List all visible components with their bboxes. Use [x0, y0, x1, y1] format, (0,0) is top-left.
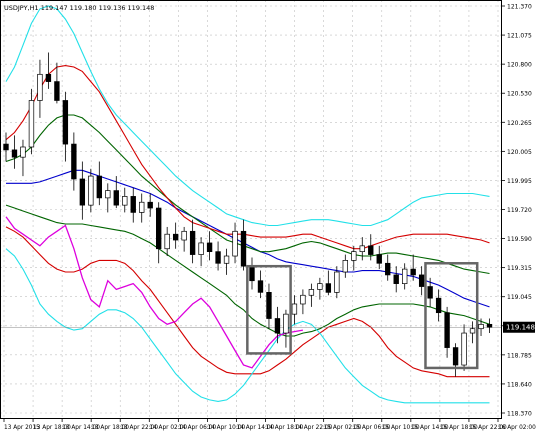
candle-bear [71, 143, 77, 180]
candle-bear [79, 178, 86, 206]
candle-bull [478, 323, 484, 330]
candle-bear [45, 73, 52, 82]
candle-bull [232, 230, 238, 257]
candle-bull [461, 332, 467, 366]
candle-bull [359, 245, 365, 253]
candle-bull [122, 196, 128, 206]
y-tick-label: 120.800 [507, 62, 532, 69]
candle-bull [308, 289, 315, 296]
candle-bear [325, 283, 332, 293]
candle-bear [147, 201, 153, 209]
candle-bear [385, 262, 391, 276]
candle-bull [37, 73, 43, 101]
y-tick-label: 119.315 [507, 265, 532, 272]
candle-bull [469, 328, 476, 334]
candle-bear [11, 149, 18, 158]
candle-bull [105, 190, 111, 199]
candle-bull [334, 271, 340, 293]
candle-bear [266, 292, 272, 319]
candle-bull [283, 313, 289, 334]
y-tick-label: 119.590 [507, 236, 532, 243]
candle-bull [300, 294, 306, 305]
candle-bear [410, 268, 416, 276]
candle-bull [164, 233, 170, 250]
candle-bear [206, 242, 213, 253]
candle-bear [376, 254, 382, 264]
x-tick-label: 16 Apr 02:00 [498, 425, 536, 431]
price-chart[interactable]: 121.370 121.075 120.800 120.530 120.265 120.0… [0, 0, 553, 434]
candle-bear [54, 81, 60, 101]
y-tick-label: 119.045 [507, 294, 532, 301]
candle-bear [452, 347, 459, 366]
price-tag: 119.148 [503, 321, 535, 333]
candle-bull [20, 146, 26, 158]
candle-bear [189, 230, 196, 255]
y-tick-label: 120.265 [507, 120, 532, 127]
candle-bear [444, 312, 450, 348]
candle-bear [257, 280, 264, 293]
candle-bear [156, 207, 162, 250]
candle-bull [317, 283, 323, 290]
candle-bull [198, 242, 204, 255]
candle-bear [427, 286, 433, 299]
candle-bear [240, 230, 247, 267]
candle-bear [3, 143, 9, 151]
y-tick-label: 118.785 [507, 352, 532, 359]
y-tick-label: 121.075 [507, 33, 532, 40]
y-tick-label: 118.640 [507, 381, 532, 388]
candle-bull [88, 175, 94, 206]
chart-window[interactable]: 121.370 121.075 120.800 120.530 120.265 120.0… [0, 0, 553, 434]
candle-bull [28, 100, 35, 148]
candle-bear [486, 323, 493, 328]
candle-bull [291, 303, 298, 315]
symbol-info-label: USDJPY,H1 119.147 119.180 119.136 119.14… [4, 4, 154, 12]
candle-bear [172, 233, 179, 241]
candle-bear [113, 190, 119, 206]
candle-bear [130, 196, 136, 213]
candle-bear [215, 251, 221, 264]
candle-bear [96, 175, 102, 199]
candle-bull [402, 268, 408, 284]
candle-bear [249, 265, 255, 282]
candle-bull [139, 201, 145, 213]
candle-bear [62, 100, 69, 145]
y-tick-label: 121.370 [507, 4, 532, 11]
y-tick-label: 119.720 [507, 207, 532, 214]
candle-bull [351, 251, 357, 261]
candle-bull [342, 260, 348, 273]
price-axis[interactable]: 121.370 121.075 120.800 120.530 120.265 120.0… [502, 4, 532, 418]
candle-bear [435, 297, 442, 314]
candle-bull [181, 230, 187, 241]
y-tick-label: 119.995 [507, 178, 532, 185]
candle-bear [368, 245, 374, 255]
candle-bear [418, 274, 425, 287]
y-tick-label: 118.370 [507, 411, 532, 418]
candle-bear [274, 318, 281, 334]
price-tag-label: 119.148 [506, 324, 535, 332]
candle-bull [223, 255, 230, 264]
candle-bear [393, 274, 399, 284]
y-tick-label: 120.005 [507, 149, 532, 156]
y-tick-label: 120.530 [507, 91, 532, 98]
